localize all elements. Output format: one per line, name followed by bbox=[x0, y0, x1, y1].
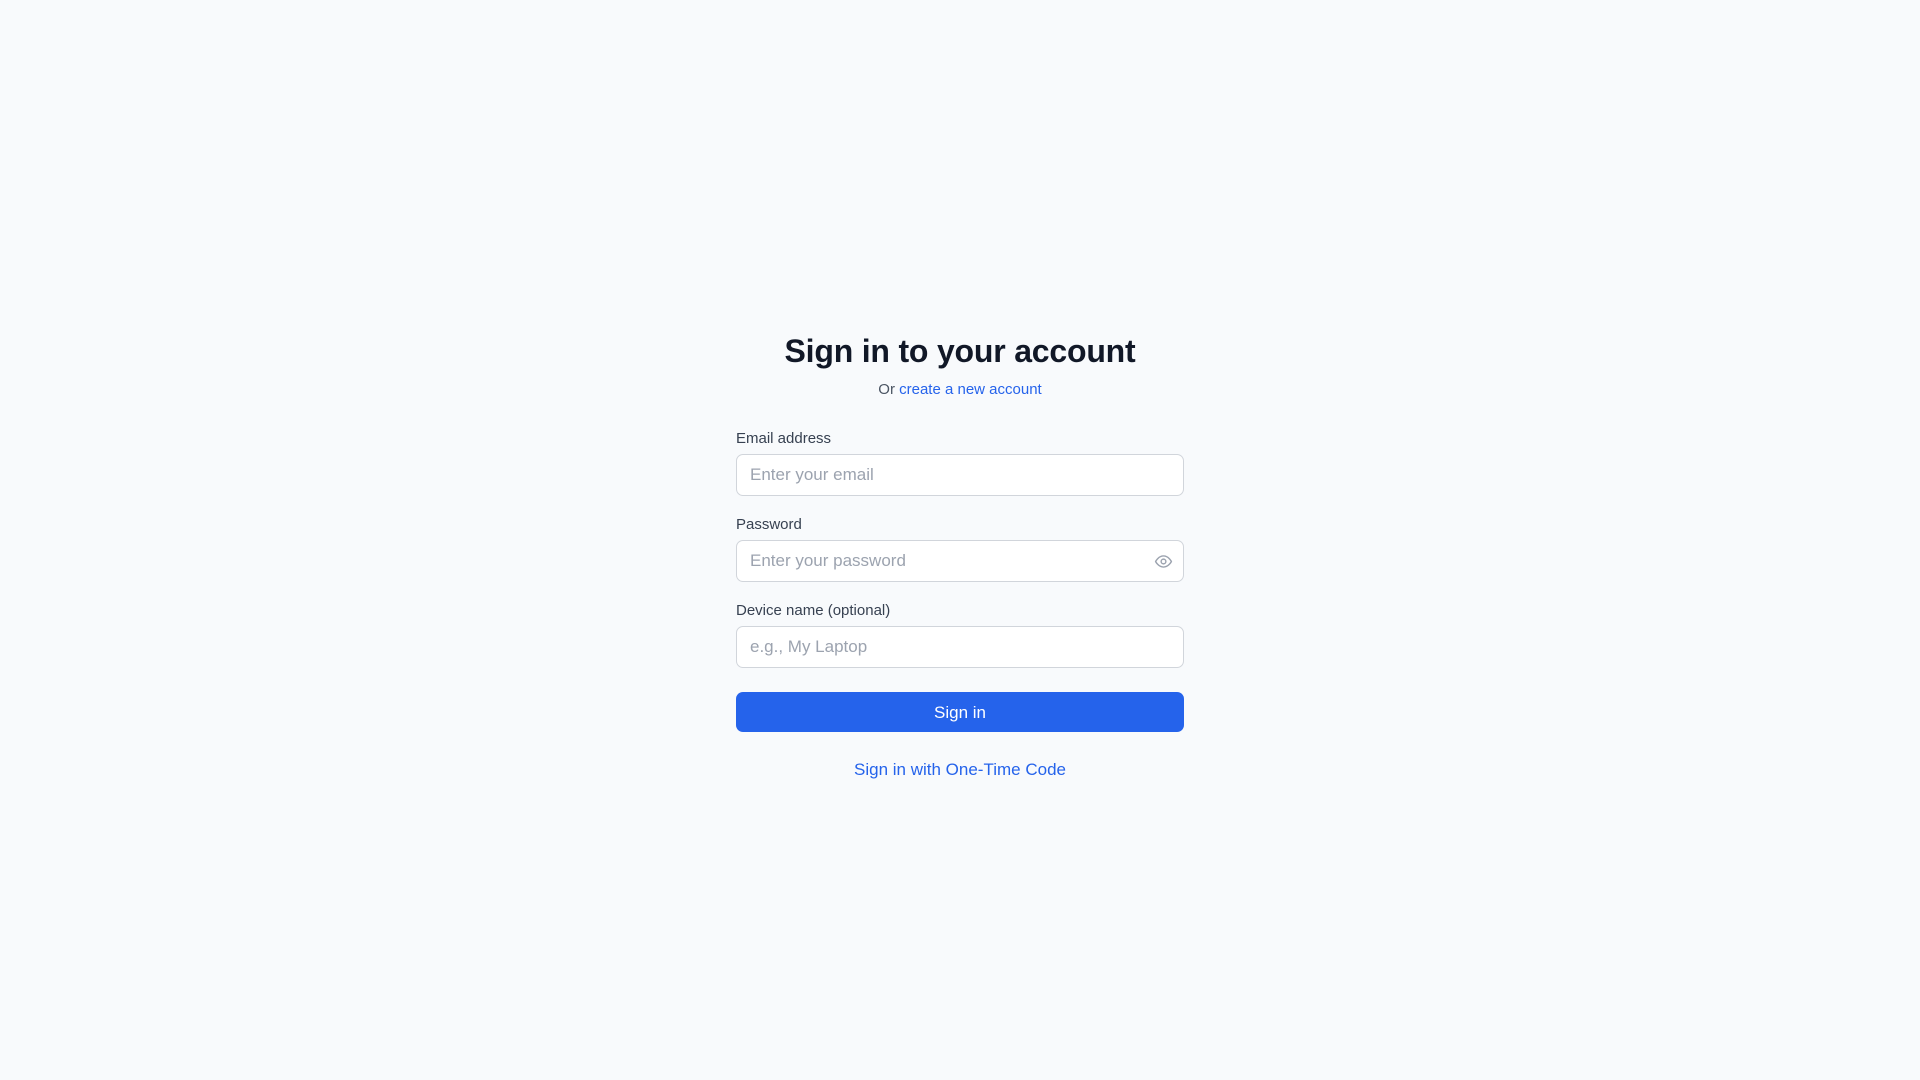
password-field-group: Password bbox=[736, 516, 1184, 582]
sign-in-button[interactable]: Sign in bbox=[736, 692, 1184, 732]
eye-icon bbox=[1154, 554, 1172, 568]
subtitle: Or create a new account bbox=[736, 380, 1184, 400]
device-name-input[interactable] bbox=[736, 626, 1184, 668]
device-label: Device name (optional) bbox=[736, 602, 891, 619]
page: Sign in to your account Or create a new … bbox=[0, 0, 1920, 1080]
password-input-wrapper bbox=[736, 540, 1184, 582]
one-time-code-link[interactable]: Sign in with One-Time Code bbox=[736, 759, 1184, 781]
device-field-group: Device name (optional) bbox=[736, 602, 1184, 668]
device-input-wrapper bbox=[736, 626, 1184, 668]
subtitle-prefix: Or bbox=[878, 381, 895, 398]
sign-in-card: Sign in to your account Or create a new … bbox=[736, 330, 1184, 781]
password-label: Password bbox=[736, 516, 802, 533]
email-label: Email address bbox=[736, 430, 832, 447]
password-input[interactable] bbox=[736, 540, 1184, 582]
create-account-link[interactable]: create a new account bbox=[899, 381, 1042, 398]
page-title: Sign in to your account bbox=[784, 333, 1136, 369]
email-field-group: Email address bbox=[736, 430, 1184, 496]
email-input-wrapper bbox=[736, 454, 1184, 496]
email-input[interactable] bbox=[736, 454, 1184, 496]
sign-in-form: Email address Password bbox=[736, 430, 1184, 781]
toggle-password-visibility-button[interactable] bbox=[1152, 550, 1174, 572]
